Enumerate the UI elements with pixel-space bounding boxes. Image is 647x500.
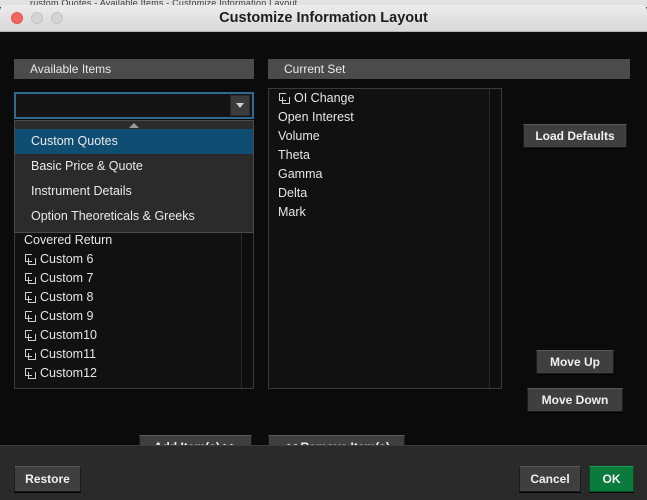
customize-information-layout-dialog: rustom Quotes - Available Items - Custom… bbox=[0, 0, 647, 500]
current-item-label: Mark bbox=[278, 205, 306, 219]
list-item[interactable]: Gamma bbox=[269, 165, 489, 184]
list-item[interactable]: Custom10 bbox=[15, 326, 241, 345]
maximize-button[interactable] bbox=[51, 12, 63, 24]
window-titlebar: Customize Information Layout bbox=[0, 5, 647, 32]
scroll-down-icon[interactable] bbox=[490, 376, 501, 387]
chevron-down-icon[interactable] bbox=[230, 95, 250, 116]
move-up-button[interactable]: Move Up bbox=[536, 350, 614, 374]
available-item-label: Custom 6 bbox=[40, 252, 94, 266]
minimize-button[interactable] bbox=[31, 12, 43, 24]
formula-icon bbox=[24, 311, 36, 322]
list-item[interactable]: Covered Return bbox=[15, 231, 241, 250]
available-item-label: Covered Return bbox=[24, 233, 113, 247]
dropdown-option-custom-quotes[interactable]: Custom Quotes bbox=[15, 129, 253, 154]
current-item-label: Open Interest bbox=[278, 110, 354, 124]
list-item[interactable]: Custom 7 bbox=[15, 269, 241, 288]
restore-button[interactable]: Restore bbox=[14, 466, 81, 492]
list-item[interactable]: Volume bbox=[269, 127, 489, 146]
available-item-label: Custom 8 bbox=[40, 290, 94, 304]
current-item-label: Theta bbox=[278, 148, 310, 162]
scroll-up-icon[interactable] bbox=[490, 364, 501, 375]
current-list-scrollbar[interactable] bbox=[489, 89, 501, 388]
current-item-label: Gamma bbox=[278, 167, 323, 181]
scroll-down-icon[interactable] bbox=[242, 376, 253, 387]
dropdown-option-instrument-details[interactable]: Instrument Details bbox=[15, 179, 253, 204]
formula-icon bbox=[24, 254, 36, 265]
formula-icon bbox=[24, 292, 36, 303]
formula-icon bbox=[24, 273, 36, 284]
list-item[interactable]: Custom12 bbox=[15, 364, 241, 383]
list-item[interactable]: Custom 9 bbox=[15, 307, 241, 326]
ok-button[interactable]: OK bbox=[589, 466, 634, 492]
window-controls bbox=[11, 12, 63, 24]
formula-icon bbox=[24, 349, 36, 360]
current-item-label: Delta bbox=[278, 186, 308, 200]
list-item[interactable]: Delta bbox=[269, 184, 489, 203]
move-down-button[interactable]: Move Down bbox=[527, 388, 623, 412]
list-item[interactable]: Open Interest bbox=[269, 108, 489, 127]
formula-icon bbox=[24, 368, 36, 379]
available-list-scrollbar[interactable] bbox=[241, 231, 253, 388]
available-item-label: Custom11 bbox=[40, 347, 97, 361]
list-item[interactable]: Custom 8 bbox=[15, 288, 241, 307]
window-title: Customize Information Layout bbox=[219, 10, 428, 26]
list-item[interactable]: Theta bbox=[269, 146, 489, 165]
dropdown-option-basic-price-quote[interactable]: Basic Price & Quote bbox=[15, 154, 253, 179]
close-button[interactable] bbox=[11, 12, 23, 24]
list-item[interactable]: OI Change bbox=[269, 89, 489, 108]
formula-icon bbox=[278, 93, 290, 104]
current-item-label: Volume bbox=[278, 129, 320, 143]
category-dropdown-popup[interactable]: Custom Quotes Basic Price & Quote Instru… bbox=[14, 120, 254, 233]
available-item-label: Custom 9 bbox=[40, 309, 94, 323]
current-set-list[interactable]: OI Change Open Interest Volume Theta Gam… bbox=[268, 88, 502, 389]
scroll-up-icon[interactable] bbox=[242, 364, 253, 375]
available-items-header: Available Items bbox=[14, 59, 254, 79]
available-item-label: Custom10 bbox=[40, 328, 97, 342]
list-item[interactable]: Mark bbox=[269, 203, 489, 222]
available-item-label: Custom 7 bbox=[40, 271, 94, 285]
dialog-body: Available Items Current Set Custom Quote… bbox=[0, 32, 647, 459]
list-item[interactable]: Custom 6 bbox=[15, 250, 241, 269]
available-items-list[interactable]: Covered Return Custom 6 Custom 7 Custom … bbox=[14, 230, 254, 389]
available-item-label: Custom12 bbox=[40, 366, 97, 380]
dropdown-scroll-up-icon[interactable] bbox=[15, 121, 253, 129]
formula-icon bbox=[24, 330, 36, 341]
category-combobox[interactable] bbox=[14, 92, 254, 119]
current-item-label: OI Change bbox=[294, 91, 355, 105]
list-item[interactable]: Custom11 bbox=[15, 345, 241, 364]
cancel-button[interactable]: Cancel bbox=[519, 466, 581, 492]
dropdown-option-option-theoreticals[interactable]: Option Theoreticals & Greeks bbox=[15, 204, 253, 229]
scroll-up-icon[interactable] bbox=[490, 90, 501, 101]
current-set-header: Current Set bbox=[268, 59, 630, 79]
load-defaults-button[interactable]: Load Defaults bbox=[523, 124, 627, 148]
